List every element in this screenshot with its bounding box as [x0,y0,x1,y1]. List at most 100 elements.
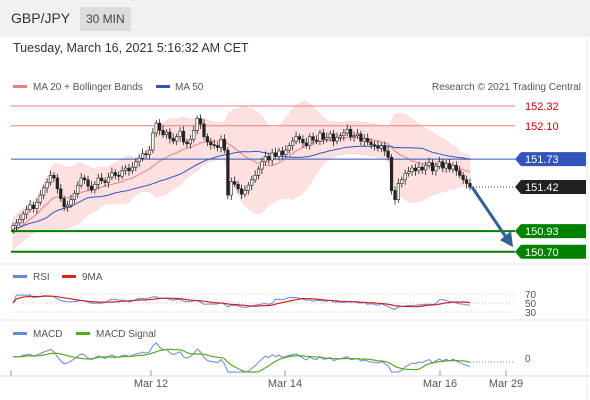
candle-body [86,179,90,187]
candle-body [321,132,325,140]
candle-body [65,204,70,208]
candle-body [304,142,308,146]
candle-body [413,167,418,172]
level-label-last: 151.42 [525,182,559,194]
candle-body [386,150,390,158]
ma50-legend-swatch [156,85,170,88]
candle-body [171,138,175,142]
candle-body [280,150,285,155]
candle-body [11,225,15,230]
candle-body [301,139,305,144]
level-label-resistance: 152.10 [525,121,559,133]
candle-body [195,118,199,131]
candle-body [18,219,22,224]
candle-body [113,172,117,176]
candle-body [277,150,281,157]
macd-signal-line [12,348,471,373]
candle-body [188,139,192,145]
candle-body [147,149,152,155]
candle-body [198,118,203,125]
level-label-pivot: 151.73 [525,154,559,166]
candle-body [79,177,83,186]
candle-body [451,165,455,170]
candle-body [25,209,29,215]
candle-body [444,163,448,169]
candle-body [154,122,158,134]
macd-legend-swatch [13,332,27,335]
candle-body [250,179,254,186]
candle-body [246,184,250,191]
candle-body [349,129,353,137]
macd-line [12,342,471,373]
candle-body [178,130,182,137]
candle-body [229,181,233,196]
candle-body [461,175,465,181]
level-label-resistance: 152.32 [525,101,559,113]
candle-body [42,187,46,196]
candle-body [437,161,441,167]
candle-body [14,222,19,227]
candle-body [161,130,165,136]
candle-body [168,131,172,139]
candle-body [69,199,73,206]
candle-body [256,168,261,176]
candle-body [338,135,343,138]
candle-body [407,171,411,174]
candle-body [93,184,97,191]
candle-body [441,161,445,169]
candle-body [366,138,370,143]
candle-body [328,133,332,138]
candle-body [260,161,264,170]
candle-body [127,167,131,172]
candle-body [62,198,66,208]
candle-body [45,182,49,189]
candle-body [396,183,400,200]
x-tick-label: Mar 14 [268,378,302,390]
candle-body [417,166,421,172]
candle-body [219,139,223,148]
candle-body [331,133,336,142]
rsi-ma-legend-label: 9MA [82,272,103,283]
candle-body [21,213,25,220]
candle-body [393,190,397,200]
candle-body [263,156,267,163]
candle-body [359,133,363,142]
candle-body [287,145,291,151]
candle-body [274,152,278,157]
rsi-legend-label: RSI [33,272,50,283]
macd-signal-legend-swatch [76,332,90,335]
candle-body [427,162,431,166]
candle-body [342,132,346,137]
ma20-legend-swatch [13,85,27,88]
candle-body [185,141,189,145]
chart-svg: MA 20 + Bollinger Bands MA 50 Research ©… [0,37,590,400]
candle-body [458,170,462,176]
macd-tick-0: 0 [525,354,531,365]
x-tick-label: Mar 12 [134,378,168,390]
candle-body [468,183,472,188]
forecast-arrow [470,186,508,238]
candle-body [38,194,42,203]
candle-body [137,157,141,163]
candle-body [158,122,162,131]
candle-body [400,179,404,184]
candle-body [270,152,274,161]
rsi-line [12,294,470,310]
candle-body [294,136,298,142]
ma20-legend-label: MA 20 + Bollinger Bands [33,82,143,93]
candle-body [222,139,227,151]
candle-body [59,188,63,200]
candle-body [376,145,380,149]
candle-body [181,130,186,143]
candle-body [48,175,53,183]
candle-body [140,153,145,159]
candle-body [209,141,213,146]
candle-body [28,204,32,210]
candle-body [164,131,169,136]
candle-body [243,190,247,195]
rsi-ma-line [12,295,471,308]
candle-body [76,184,80,194]
candle-body [434,166,438,172]
candle-body [369,141,373,146]
candle-body [325,137,329,140]
